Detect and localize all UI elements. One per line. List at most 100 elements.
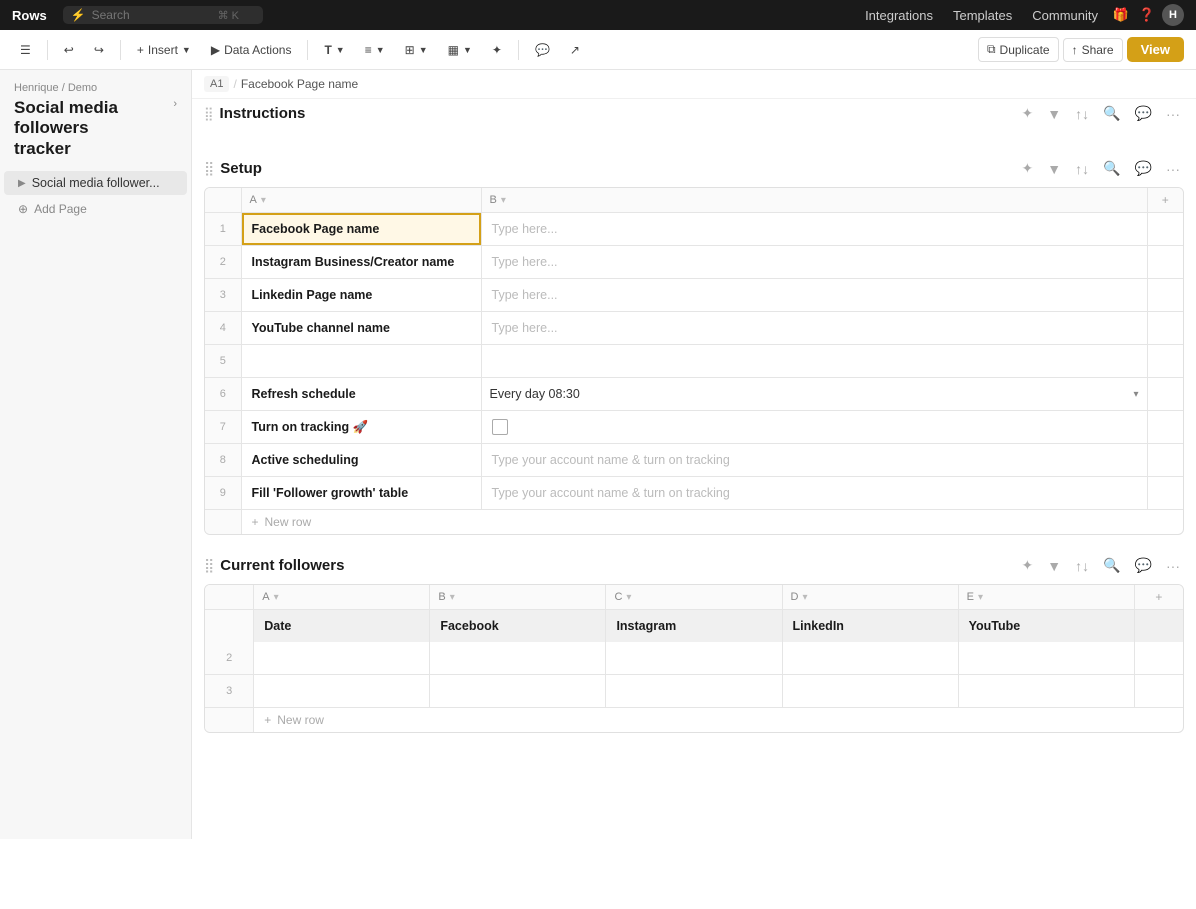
col-b-header[interactable]: B ▾ [481,188,1147,213]
cell-b[interactable]: Every day 08:30▾ [481,378,1147,411]
duplicate-button[interactable]: ⧉ Duplicate [978,37,1059,62]
cell-youtube[interactable] [958,675,1134,708]
cell-linkedin[interactable] [782,675,958,708]
cell-b[interactable] [481,345,1147,378]
col-e-f-header[interactable]: E▾ [958,585,1134,610]
col-a-f-arrow[interactable]: ▾ [274,592,279,603]
filter-icon-setup[interactable]: ▼ [1043,159,1065,179]
sidebar-toggle-button[interactable]: ☰ [12,39,39,61]
add-col-f-plus[interactable] [1134,610,1183,643]
add-col-f-header[interactable]: + [1134,585,1183,610]
search-icon-setup[interactable]: 🔍 [1099,158,1124,179]
cell-date[interactable] [254,675,430,708]
cell-b[interactable]: Type here... [481,213,1147,246]
filter-icon-followers[interactable]: ▼ [1043,556,1065,576]
grid-button[interactable]: ⊞ ▼ [397,39,436,61]
cell-b[interactable]: Type here... [481,246,1147,279]
col-b-f-arrow[interactable]: ▾ [450,592,455,603]
comment-icon-setup[interactable]: 💬 [1131,158,1156,179]
cell-youtube[interactable] [958,642,1134,675]
new-row-cell[interactable]: + New row [241,510,1183,535]
col-c-f-arrow[interactable]: ▾ [626,592,631,603]
sort-icon-setup[interactable]: ↑↓ [1071,159,1093,179]
search-section-icon[interactable]: 🔍 [1099,103,1124,124]
comment-section-icon[interactable]: 💬 [1131,103,1156,124]
cell-linkedin[interactable] [782,642,958,675]
cell-b[interactable] [481,411,1147,444]
cell-a[interactable]: Instagram Business/Creator name [241,246,481,279]
col-e-f-arrow[interactable]: ▾ [978,592,983,603]
magic-icon-followers[interactable]: ✦ [1018,555,1038,576]
nav-templates[interactable]: Templates [945,6,1020,25]
col-b-f-header[interactable]: B▾ [430,585,606,610]
search-bar[interactable]: ⚡ ⌘ K [63,6,263,24]
help-icon[interactable]: ❓ [1136,4,1158,26]
col-a-header[interactable]: A ▾ [241,188,481,213]
cell-b[interactable]: Type here... [481,312,1147,345]
new-row[interactable]: + New row [205,510,1183,535]
sort-icon[interactable]: ↑↓ [1071,104,1093,124]
filter-icon[interactable]: ▼ [1043,104,1065,124]
add-page-button[interactable]: ⊕ Add Page [4,197,187,221]
sidebar-title-arrow-icon[interactable]: › [173,98,177,110]
more-icon-followers[interactable]: ··· [1162,556,1184,576]
cell-a[interactable]: Turn on tracking 🚀 [241,411,481,444]
view-button[interactable]: View [1127,37,1184,62]
comment-button[interactable]: 💬 [527,39,558,61]
cell-b[interactable]: Type here... [481,279,1147,312]
cell-a[interactable]: Active scheduling [241,444,481,477]
cell-instagram[interactable] [606,675,782,708]
col-a-dropdown-icon[interactable]: ▾ [261,195,266,206]
setup-table-header: A ▾ B ▾ [205,188,1183,213]
cell-facebook[interactable] [430,675,606,708]
nav-integrations[interactable]: Integrations [857,6,941,25]
more-icon[interactable]: ··· [1162,104,1184,124]
share-button[interactable]: ↑ Share [1063,38,1123,62]
stats-button[interactable]: ↗ [562,39,588,61]
col-a-f-header[interactable]: A▾ [254,585,430,610]
add-col-header[interactable]: + [1147,188,1183,213]
cell-a[interactable]: Facebook Page name [241,213,481,246]
nav-community[interactable]: Community [1024,6,1106,25]
magic-icon-setup[interactable]: ✦ [1018,158,1038,179]
new-row-followers[interactable]: + New row [205,708,1183,733]
data-actions-button[interactable]: ▶ Data Actions [203,39,300,61]
cell-a[interactable]: YouTube channel name [241,312,481,345]
cell-date[interactable] [254,642,430,675]
col-d-f-header[interactable]: D▾ [782,585,958,610]
col-plus [1147,246,1183,279]
cell-facebook[interactable] [430,642,606,675]
col-d-f-arrow[interactable]: ▾ [802,592,807,603]
cell-a[interactable]: Refresh schedule [241,378,481,411]
sidebar-item-social-media[interactable]: ▶ Social media follower... [4,171,187,195]
cell-b[interactable]: Type your account name & turn on trackin… [481,477,1147,510]
brush-button[interactable]: ✦ [484,39,510,61]
cell-a[interactable]: Linkedin Page name [241,279,481,312]
chart-button[interactable]: ▦ ▼ [440,39,480,61]
magic-icon[interactable]: ✦ [1018,103,1038,124]
search-input[interactable] [92,8,212,22]
row-num: 7 [205,411,241,444]
col-c-f-header[interactable]: C▾ [606,585,782,610]
cell-a[interactable]: Fill 'Follower growth' table [241,477,481,510]
more-icon-setup[interactable]: ··· [1162,159,1184,179]
new-row-cell-f[interactable]: + New row [254,708,1183,733]
comment-icon-followers[interactable]: 💬 [1131,555,1156,576]
cell-b[interactable]: Type your account name & turn on trackin… [481,444,1147,477]
cell-instagram[interactable] [606,642,782,675]
redo-button[interactable]: ↪ [86,39,112,61]
gift-icon[interactable]: 🎁 [1110,4,1132,26]
sort-icon-followers[interactable]: ↑↓ [1071,556,1093,576]
text-format-button[interactable]: T ▼ [316,39,352,61]
row-num: 2 [205,642,254,675]
tracking-checkbox[interactable] [492,419,508,435]
search-icon-followers[interactable]: 🔍 [1099,555,1124,576]
drag-handle-icon: ⣿ [204,106,214,122]
col-b-dropdown-icon[interactable]: ▾ [501,195,506,206]
insert-button[interactable]: + Insert ▼ [129,39,199,61]
align-button[interactable]: ≡ ▼ [357,39,393,61]
plus-icon-new-row: + [252,515,259,529]
undo-button[interactable]: ↩ [56,39,82,61]
cell-a[interactable] [241,345,481,378]
avatar[interactable]: H [1162,4,1184,26]
